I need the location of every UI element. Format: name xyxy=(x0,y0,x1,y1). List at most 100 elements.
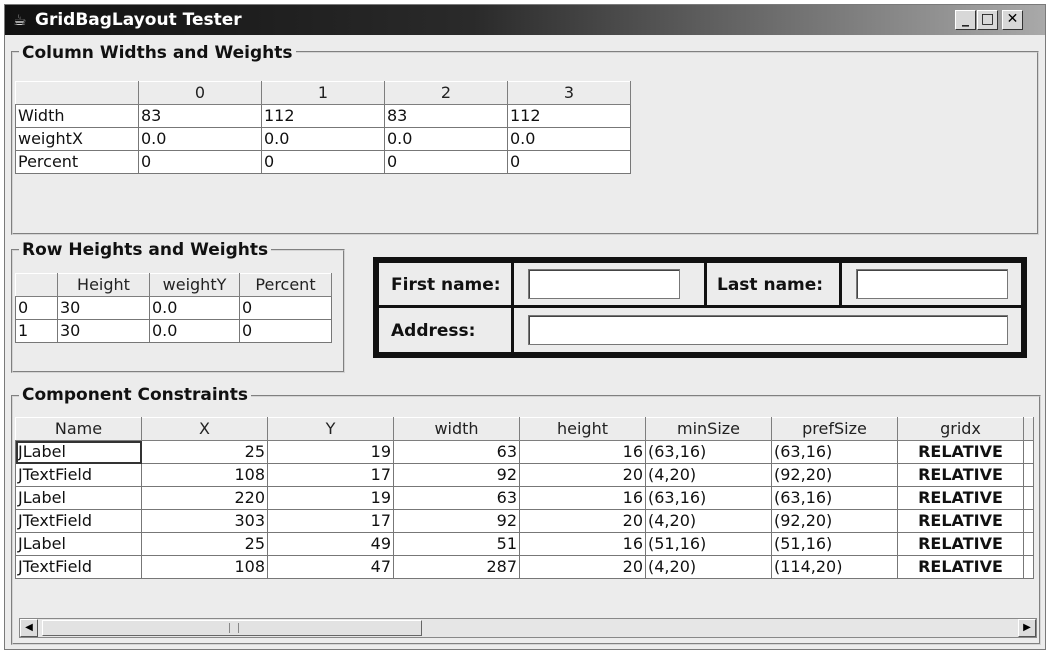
minimize-button[interactable]: _ xyxy=(955,10,976,30)
table-cell[interactable]: 112 xyxy=(261,104,385,128)
column-header[interactable] xyxy=(15,273,58,297)
column-header[interactable]: Y xyxy=(267,417,394,441)
table-cell[interactable]: 63 xyxy=(393,486,520,510)
scrollbar-thumb[interactable] xyxy=(42,620,422,636)
table-cell[interactable]: 19 xyxy=(267,486,394,510)
component-name-cell[interactable]: JLabel xyxy=(15,486,142,510)
table-cell[interactable]: 30 xyxy=(57,319,150,343)
scroll-left-button[interactable]: ◀ xyxy=(20,619,38,637)
table-cell[interactable]: 0.0 xyxy=(149,319,240,343)
table-cell[interactable]: 0.0 xyxy=(507,127,631,151)
table-cell[interactable]: RELATIVE xyxy=(897,532,1024,556)
last-name-input[interactable] xyxy=(856,269,1008,299)
column-header[interactable]: weightY xyxy=(149,273,240,297)
table-cell[interactable]: (63,16) xyxy=(645,486,772,510)
column-header[interactable]: minSize xyxy=(645,417,772,441)
column-header[interactable]: 3 xyxy=(507,81,631,105)
table-cell[interactable]: 30 xyxy=(57,296,150,320)
table-cell[interactable]: (51,16) xyxy=(645,532,772,556)
table-cell[interactable]: 108 xyxy=(141,555,268,579)
table-cell[interactable]: 16 xyxy=(519,486,646,510)
table-cell[interactable]: 17 xyxy=(267,509,394,533)
table-cell[interactable]: RELATIVE xyxy=(897,486,1024,510)
table-cell[interactable]: 0 xyxy=(507,150,631,174)
table-cell[interactable]: (114,20) xyxy=(771,555,898,579)
table-cell[interactable]: (63,16) xyxy=(645,440,772,464)
table-cell[interactable]: 112 xyxy=(507,104,631,128)
column-header[interactable]: 2 xyxy=(384,81,508,105)
table-cell[interactable]: 92 xyxy=(393,509,520,533)
table-cell[interactable]: 0 xyxy=(261,150,385,174)
component-name-cell[interactable]: JLabel xyxy=(15,440,142,464)
table-cell[interactable]: 220 xyxy=(141,486,268,510)
column-header[interactable]: 0 xyxy=(138,81,262,105)
table-cell[interactable]: (63,16) xyxy=(771,440,898,464)
component-name-cell[interactable]: JTextField xyxy=(15,463,142,487)
table-row[interactable]: JLabel 220 19 63 16 (63,16) (63,16) RELATIVE xyxy=(15,486,1034,510)
table-cell[interactable]: (4,20) xyxy=(645,555,772,579)
column-header[interactable]: Height xyxy=(57,273,150,297)
column-header[interactable]: X xyxy=(141,417,268,441)
close-button[interactable]: ✕ xyxy=(1002,10,1023,30)
table-cell[interactable]: RELATIVE xyxy=(897,555,1024,579)
table-cell[interactable]: 287 xyxy=(393,555,520,579)
table-cell[interactable]: 0.0 xyxy=(138,127,262,151)
table-cell[interactable]: 0.0 xyxy=(149,296,240,320)
column-header[interactable]: prefSize xyxy=(771,417,898,441)
table-cell[interactable]: 20 xyxy=(519,463,646,487)
table-row[interactable]: JLabel 25 49 51 16 (51,16) (51,16) RELATIVE xyxy=(15,532,1034,556)
table-cell[interactable]: (4,20) xyxy=(645,463,772,487)
horizontal-scrollbar[interactable]: ◀ ▶ xyxy=(19,618,1037,638)
table-cell[interactable]: RELATIVE xyxy=(897,463,1024,487)
table-cell[interactable]: 83 xyxy=(384,104,508,128)
table-cell[interactable]: 0.0 xyxy=(384,127,508,151)
table-cell[interactable]: RELATIVE xyxy=(897,440,1024,464)
table-cell[interactable]: (51,16) xyxy=(771,532,898,556)
column-header[interactable] xyxy=(15,81,139,105)
table-cell[interactable]: 63 xyxy=(393,440,520,464)
table-row[interactable]: JTextField 108 47 287 20 (4,20) (114,20) RELATI… xyxy=(15,555,1034,579)
component-name-cell[interactable]: JTextField xyxy=(15,509,142,533)
table-cell[interactable]: 0 xyxy=(239,319,332,343)
table-cell[interactable]: 0 xyxy=(138,150,262,174)
table-row[interactable]: JTextField 303 17 92 20 (4,20) (92,20) RELATIVE xyxy=(15,509,1034,533)
address-input[interactable] xyxy=(528,315,1008,345)
table-cell[interactable]: 83 xyxy=(138,104,262,128)
table-cell[interactable]: 16 xyxy=(519,532,646,556)
table-cell[interactable]: 16 xyxy=(519,440,646,464)
table-cell[interactable]: (63,16) xyxy=(771,486,898,510)
table-cell[interactable]: 17 xyxy=(267,463,394,487)
table-cell[interactable]: 49 xyxy=(267,532,394,556)
column-header[interactable]: 1 xyxy=(261,81,385,105)
first-name-input[interactable] xyxy=(528,269,680,299)
component-name-cell[interactable]: JLabel xyxy=(15,532,142,556)
table-cell[interactable]: 0 xyxy=(384,150,508,174)
table-cell[interactable]: 19 xyxy=(267,440,394,464)
column-header[interactable]: height xyxy=(519,417,646,441)
maximize-button[interactable]: □ xyxy=(977,10,998,30)
table-cell[interactable]: 0 xyxy=(239,296,332,320)
column-header[interactable]: Percent xyxy=(239,273,332,297)
table-cell[interactable]: 51 xyxy=(393,532,520,556)
table-cell[interactable]: 20 xyxy=(519,555,646,579)
table-cell[interactable]: 108 xyxy=(141,463,268,487)
table-cell[interactable]: 20 xyxy=(519,509,646,533)
table-cell[interactable]: 25 xyxy=(141,440,268,464)
table-cell[interactable]: 0.0 xyxy=(261,127,385,151)
title-bar[interactable]: ☕ GridBagLayout Tester _ □ ✕ xyxy=(5,5,1045,35)
column-header[interactable]: Name xyxy=(15,417,142,441)
table-cell[interactable]: 303 xyxy=(141,509,268,533)
table-row[interactable]: JTextField 108 17 92 20 (4,20) (92,20) RELATIVE xyxy=(15,463,1034,487)
table-cell[interactable]: 47 xyxy=(267,555,394,579)
table-cell[interactable]: (92,20) xyxy=(771,509,898,533)
column-header[interactable]: gridx xyxy=(897,417,1024,441)
component-constraints-table[interactable]: Name X Ywidth height minSize prefSize gridx JL… xyxy=(15,417,1034,601)
column-header[interactable]: width xyxy=(393,417,520,441)
component-name-cell[interactable]: JTextField xyxy=(15,555,142,579)
scroll-right-button[interactable]: ▶ xyxy=(1018,619,1036,637)
table-cell[interactable]: 92 xyxy=(393,463,520,487)
table-cell[interactable]: (4,20) xyxy=(645,509,772,533)
table-row[interactable]: JLabel 25 19 63 16 (63,16) (63,16) RELATIVE xyxy=(15,440,1034,464)
table-cell[interactable]: RELATIVE xyxy=(897,509,1024,533)
table-cell[interactable]: (92,20) xyxy=(771,463,898,487)
